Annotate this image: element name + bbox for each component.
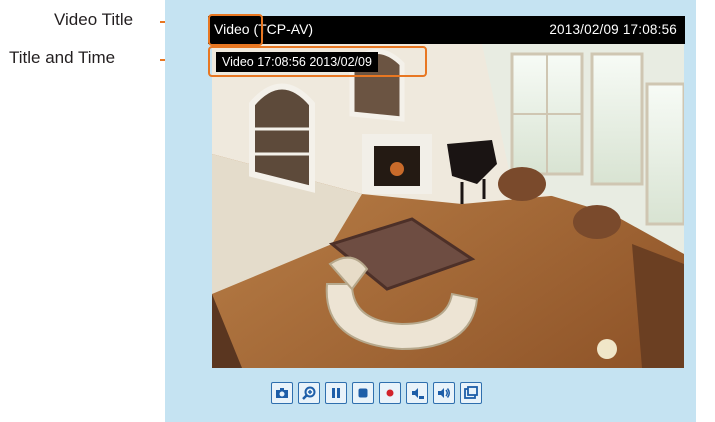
video-frame-image	[212, 44, 684, 368]
volume-down-button[interactable]	[406, 382, 428, 404]
record-icon	[386, 389, 394, 397]
pause-icon	[332, 388, 340, 398]
stop-icon	[358, 388, 368, 398]
volume-icon	[438, 388, 450, 398]
volume-button[interactable]	[433, 382, 455, 404]
highlight-video-title	[208, 14, 263, 46]
zoom-icon	[302, 386, 316, 400]
video-title-bar: Video (TCP-AV) 2013/02/09 17:08:56	[208, 16, 685, 44]
callout-video-title: Video Title	[54, 10, 134, 29]
video-stream[interactable]	[212, 44, 684, 368]
highlight-title-and-time	[208, 46, 427, 77]
zoom-button[interactable]	[298, 382, 320, 404]
pause-button[interactable]	[325, 382, 347, 404]
fullscreen-icon	[464, 386, 478, 399]
fullscreen-button[interactable]	[460, 382, 482, 404]
record-button[interactable]	[379, 382, 401, 404]
volume-down-icon	[412, 388, 424, 399]
stop-button[interactable]	[352, 382, 374, 404]
snapshot-button[interactable]	[271, 382, 293, 404]
control-bar	[0, 382, 715, 406]
camera-icon	[276, 388, 288, 398]
callout-title-and-time: Title and Time	[9, 48, 116, 67]
title-timestamp: 2013/02/09 17:08:56	[549, 22, 677, 37]
